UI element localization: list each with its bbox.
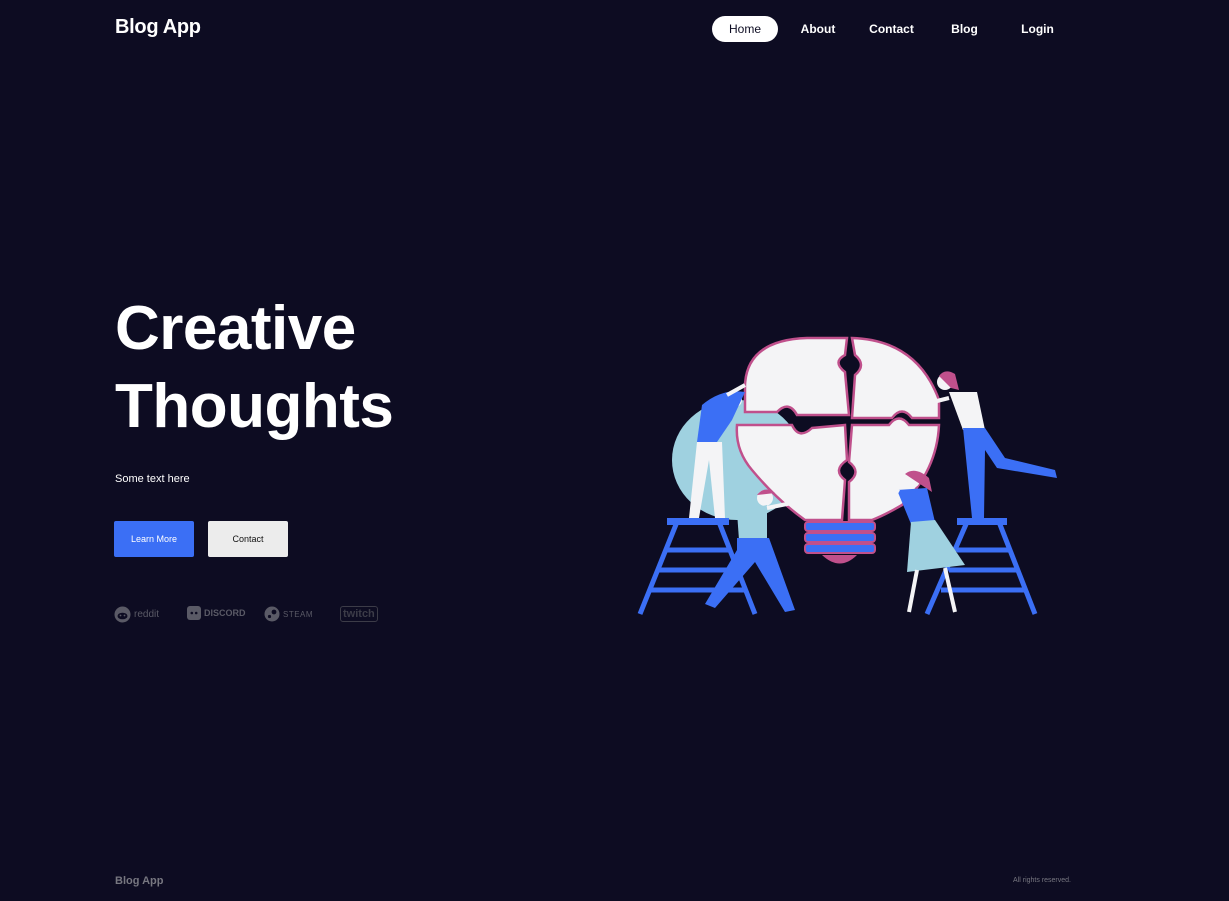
app-logo[interactable]: Blog App <box>115 16 201 39</box>
main-nav: Home About Contact Blog Login <box>712 16 1071 42</box>
brand-steam-label: STEAM <box>283 609 314 619</box>
twitch-icon: twitch <box>340 606 378 622</box>
reddit-icon <box>114 606 131 623</box>
brand-discord-label: DISCORD <box>204 608 246 618</box>
nav-blog-link[interactable]: Blog <box>925 16 1004 42</box>
hero-title: Creative Thoughts <box>115 290 394 446</box>
footer-logo[interactable]: Blog App <box>115 875 163 887</box>
steam-icon <box>264 606 280 622</box>
hero-illustration <box>627 300 1077 625</box>
brand-discord: DISCORD <box>187 606 246 620</box>
nav-login-link[interactable]: Login <box>1004 16 1071 42</box>
brand-steam: STEAM <box>264 606 313 622</box>
brand-twitch-label: twitch <box>343 608 375 620</box>
brand-reddit: reddit <box>114 606 159 623</box>
hero-subtitle: Some text here <box>115 473 190 485</box>
hero-title-line-1: Creative <box>115 294 356 363</box>
nav-home-link[interactable]: Home <box>712 16 778 42</box>
nav-about-link[interactable]: About <box>778 16 858 42</box>
learn-more-button[interactable]: Learn More <box>114 521 194 557</box>
hero-title-line-2: Thoughts <box>115 372 394 441</box>
contact-button[interactable]: Contact <box>208 521 288 557</box>
nav-contact-link[interactable]: Contact <box>858 16 925 42</box>
footer-copyright: All rights reserved. <box>1013 877 1071 884</box>
discord-icon <box>187 606 201 620</box>
brand-reddit-label: reddit <box>134 609 160 620</box>
brand-twitch: twitch <box>340 606 378 622</box>
navbar: Blog App Home About Contact Blog Login <box>0 0 1229 58</box>
